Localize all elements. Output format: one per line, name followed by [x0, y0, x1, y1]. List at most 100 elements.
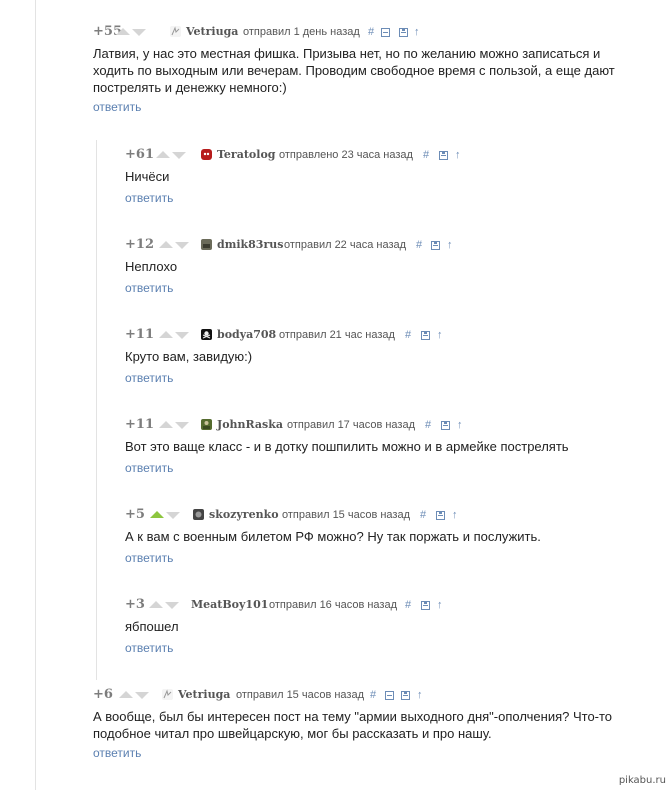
- reply-link[interactable]: ответить: [125, 191, 173, 205]
- comment-author[interactable]: skozyrenko: [209, 506, 279, 524]
- arrow-up-icon[interactable]: ↑: [457, 416, 463, 434]
- comment-text: Неплохо: [125, 259, 178, 274]
- comment-rating: +6: [93, 687, 113, 702]
- comment: +6 Vetriuga отправил 15 часов назад # ↑ …: [0, 686, 672, 760]
- comment-rating: +11: [125, 417, 154, 432]
- avatar[interactable]: [170, 26, 181, 37]
- comment-rating: +61: [125, 147, 154, 162]
- link-hash-icon[interactable]: #: [420, 506, 426, 524]
- save-icon[interactable]: [401, 691, 410, 700]
- arrow-up-icon[interactable]: ↑: [455, 146, 461, 164]
- comment-timestamp: отправил 17 часов назад: [287, 419, 415, 431]
- avatar[interactable]: [201, 419, 212, 430]
- avatar[interactable]: [201, 149, 212, 160]
- comment-text: Ничёси: [125, 169, 170, 184]
- collapse-icon[interactable]: [385, 691, 394, 700]
- comment-header: +11 JohnRaska отправил 17 часов назад # …: [125, 416, 672, 434]
- arrow-up-icon[interactable]: ↑: [414, 23, 420, 41]
- reply-link[interactable]: ответить: [125, 641, 173, 655]
- comment-header: +61 Teratolog отправлено 23 часа назад #…: [125, 146, 672, 164]
- vote-down-icon[interactable]: [175, 422, 189, 429]
- vote-down-icon[interactable]: [175, 332, 189, 339]
- vote-up-icon[interactable]: [150, 511, 164, 518]
- watermark: pikabu.ru: [618, 775, 666, 786]
- comment-rating: +3: [125, 597, 145, 612]
- comment-timestamp: отправил 16 часов назад: [269, 599, 397, 611]
- comment: +55 Vetriuga отправил 1 день назад # ↑ Л…: [0, 23, 672, 114]
- save-icon[interactable]: [431, 241, 440, 250]
- vote-up-icon[interactable]: [159, 241, 173, 248]
- comment-text: ябпошел: [125, 619, 179, 634]
- comment: +11 bodya708 отправил 21 час назад # ↑ К…: [0, 326, 672, 385]
- avatar[interactable]: [162, 689, 173, 700]
- arrow-up-icon[interactable]: ↑: [447, 236, 453, 254]
- comment-timestamp: отправил 1 день назад: [243, 26, 360, 38]
- comment-author[interactable]: Vetriuga: [178, 686, 230, 704]
- vote-up-icon[interactable]: [156, 151, 170, 158]
- arrow-up-icon[interactable]: ↑: [452, 506, 458, 524]
- comment: +3 MeatBoy101 отправил 16 часов назад # …: [0, 596, 672, 655]
- arrow-up-icon[interactable]: ↑: [437, 596, 443, 614]
- comment-author[interactable]: JohnRaska: [217, 416, 283, 434]
- comment-header: +55 Vetriuga отправил 1 день назад # ↑: [93, 23, 672, 41]
- comment-author[interactable]: Vetriuga: [186, 23, 238, 41]
- vote-down-icon[interactable]: [175, 242, 189, 249]
- comment-rating: +11: [125, 327, 154, 342]
- comment-timestamp: отправил 21 час назад: [279, 329, 395, 341]
- comment-header: +11 bodya708 отправил 21 час назад # ↑: [125, 326, 672, 344]
- comment-text: Вот это ваще класс - и в дотку пошпилить…: [125, 439, 569, 454]
- link-hash-icon[interactable]: #: [405, 596, 411, 614]
- comment-header: +12 dmik83rus отправил 22 часа назад # ↑: [125, 236, 672, 254]
- link-hash-icon[interactable]: #: [425, 416, 431, 434]
- arrow-up-icon[interactable]: ↑: [437, 326, 443, 344]
- link-hash-icon[interactable]: #: [405, 326, 411, 344]
- reply-link[interactable]: ответить: [125, 281, 173, 295]
- comment-header: +6 Vetriuga отправил 15 часов назад # ↑: [93, 686, 672, 704]
- comment-timestamp: отправил 22 часа назад: [284, 239, 407, 251]
- avatar[interactable]: [201, 239, 212, 250]
- vote-down-icon[interactable]: [166, 512, 180, 519]
- reply-link[interactable]: ответить: [93, 100, 141, 114]
- save-icon[interactable]: [421, 331, 430, 340]
- vote-up-icon[interactable]: [119, 691, 133, 698]
- reply-link[interactable]: ответить: [125, 551, 173, 565]
- comment-author[interactable]: MeatBoy101: [191, 596, 268, 614]
- comment-rating: +12: [125, 237, 154, 252]
- vote-down-icon[interactable]: [172, 152, 186, 159]
- reply-link[interactable]: ответить: [93, 746, 141, 760]
- comment-rating: +5: [125, 507, 145, 522]
- vote-up-icon[interactable]: [149, 601, 163, 608]
- comment-text: А вообще, был бы интересен пост на тему …: [93, 709, 613, 741]
- vote-down-icon[interactable]: [165, 602, 179, 609]
- vote-up-icon[interactable]: [116, 28, 130, 35]
- comment-author[interactable]: dmik83rus: [217, 236, 283, 254]
- link-hash-icon[interactable]: #: [416, 236, 422, 254]
- thread-line-outer: [35, 0, 36, 790]
- avatar[interactable]: [193, 509, 204, 520]
- comment: +61 Teratolog отправлено 23 часа назад #…: [0, 146, 672, 205]
- save-icon[interactable]: [399, 28, 408, 37]
- vote-up-icon[interactable]: [159, 331, 173, 338]
- vote-down-icon[interactable]: [135, 692, 149, 699]
- reply-link[interactable]: ответить: [125, 461, 173, 475]
- link-hash-icon[interactable]: #: [370, 686, 376, 704]
- collapse-icon[interactable]: [381, 28, 390, 37]
- comment: +5 skozyrenko отправил 15 часов назад # …: [0, 506, 672, 565]
- avatar[interactable]: [201, 329, 212, 340]
- vote-down-icon[interactable]: [132, 29, 146, 36]
- vote-up-icon[interactable]: [159, 421, 173, 428]
- save-icon[interactable]: [441, 421, 450, 430]
- save-icon[interactable]: [436, 511, 445, 520]
- save-icon[interactable]: [439, 151, 448, 160]
- comment-timestamp: отправил 15 часов назад: [236, 689, 364, 701]
- comment-timestamp: отправлено 23 часа назад: [279, 149, 413, 161]
- link-hash-icon[interactable]: #: [368, 23, 374, 41]
- comment-text: Латвия, у нас это местная фишка. Призыва…: [93, 46, 615, 95]
- reply-link[interactable]: ответить: [125, 371, 173, 385]
- arrow-up-icon[interactable]: ↑: [417, 686, 423, 704]
- comment-author[interactable]: Teratolog: [217, 146, 275, 164]
- comment-author[interactable]: bodya708: [217, 326, 276, 344]
- save-icon[interactable]: [421, 601, 430, 610]
- comment-timestamp: отправил 15 часов назад: [282, 509, 410, 521]
- link-hash-icon[interactable]: #: [423, 146, 429, 164]
